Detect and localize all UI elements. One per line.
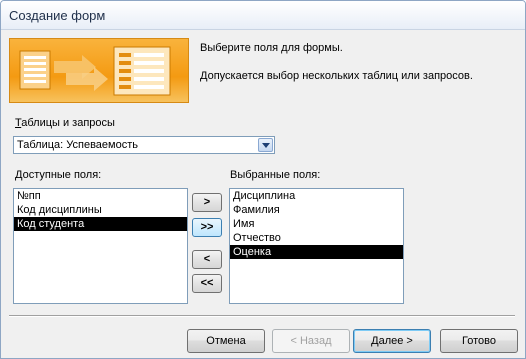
list-item-selected[interactable]: Оценка [230,245,403,259]
cancel-button[interactable]: Отмена [187,329,265,353]
source-select-value: Таблица: Успеваемость [17,139,138,151]
available-fields-label: Доступные поля: [15,169,102,181]
form-illustration-icon [19,46,171,96]
selected-fields-label: Выбранные поля: [230,169,321,181]
list-item[interactable]: Код дисциплины [14,203,187,217]
selected-fields-list[interactable]: Дисциплина Фамилия Имя Отчество Оценка [229,188,404,304]
available-fields-list[interactable]: №пп Код дисциплины Код студента [13,188,188,304]
wizard-illustration [9,38,189,103]
add-field-button[interactable]: > [192,193,222,212]
chevron-down-icon [262,143,270,148]
window-title: Создание форм [9,8,106,23]
intro-instruction: Выберите поля для формы. [200,42,343,54]
list-item-selected[interactable]: Код студента [14,217,187,231]
dropdown-button[interactable] [258,138,273,152]
add-all-fields-button[interactable]: >> [192,218,222,237]
intro-hint: Допускается выбор нескольких таблиц или … [200,70,473,82]
remove-all-fields-button[interactable]: << [192,274,222,293]
finish-button[interactable]: Готово [440,329,518,353]
back-button[interactable]: < Назад [272,329,350,353]
list-item[interactable]: Имя [230,217,403,231]
form-wizard-dialog: Создание форм Выберите поля для формы. Д… [0,0,526,359]
source-label: Таблицы и запросы [15,117,115,129]
remove-field-button[interactable]: < [192,250,222,269]
title-bar[interactable]: Создание форм [1,1,525,30]
footer-divider [9,315,515,317]
list-item[interactable]: №пп [14,189,187,203]
source-select[interactable]: Таблица: Успеваемость [13,136,275,154]
list-item[interactable]: Отчество [230,231,403,245]
list-item[interactable]: Дисциплина [230,189,403,203]
next-button[interactable]: Далее > [353,329,431,353]
list-item[interactable]: Фамилия [230,203,403,217]
